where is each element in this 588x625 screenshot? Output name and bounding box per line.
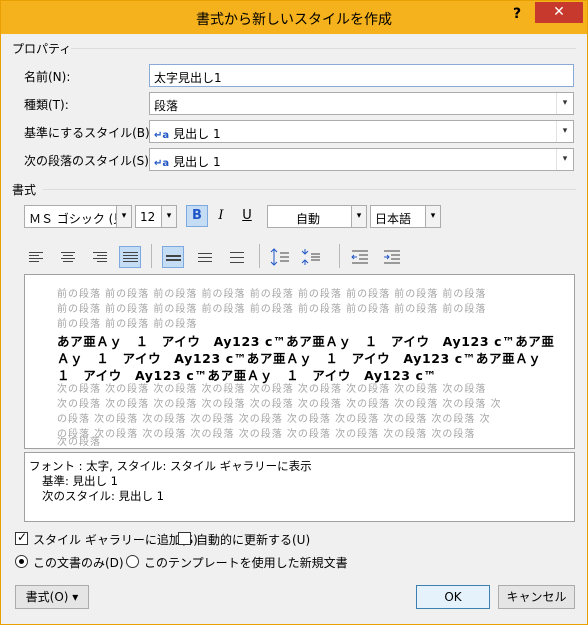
preview-next-paragraph: 次の段落 次の段落 次の段落 次の段落 次の段落 次の段落 次の段落 次の段落 … (57, 399, 502, 410)
underline-button[interactable]: U (236, 205, 258, 227)
type-select[interactable]: 段落 ▾ (149, 92, 574, 115)
decrease-spacing-icon (301, 249, 320, 265)
chevron-down-icon: ▾ (161, 206, 176, 227)
one-half-spacing-button[interactable] (194, 246, 216, 268)
type-select-value: 段落 (154, 99, 179, 113)
justify-icon (123, 252, 138, 253)
format-divider (43, 189, 576, 190)
align-left-icon (29, 252, 43, 253)
toolbar-separator (259, 244, 260, 268)
style-description: フォント : 太字, スタイル: スタイル ギャラリーに表示 基準: 見出し 1… (24, 452, 575, 522)
add-to-gallery-label[interactable]: スタイル ギャラリーに追加(S) (33, 531, 198, 548)
properties-divider (71, 48, 576, 49)
justify-button[interactable] (119, 246, 141, 268)
chevron-down-icon: ▾ (116, 206, 131, 227)
create-style-dialog: 書式から新しいスタイルを作成 ? ✕ プロパティ 名前(N): 太字見出し1 種… (0, 0, 588, 625)
template-radio[interactable] (126, 555, 139, 568)
bold-button[interactable]: B (186, 205, 208, 227)
this-document-radio[interactable] (15, 555, 28, 568)
font-color-value: 自動 (296, 212, 321, 226)
increase-indent-icon (384, 250, 400, 264)
toolbar-separator (339, 244, 340, 268)
description-line: 次のスタイル: 見出し 1 (42, 489, 165, 503)
this-document-label[interactable]: この文書のみ(D) (33, 554, 124, 571)
based-on-select[interactable]: ↵a 見出し 1 ▾ (149, 120, 574, 143)
double-spacing-icon (230, 252, 244, 253)
close-button[interactable]: ✕ (535, 2, 583, 23)
language-select[interactable]: 日本語 ▾ (370, 205, 441, 228)
name-label: 名前(N): (24, 70, 71, 84)
chevron-down-icon: ▾ (556, 121, 573, 142)
align-left-button[interactable] (26, 246, 48, 268)
format-menu-button[interactable]: 書式(O) ▾ (15, 585, 89, 609)
properties-section-label: プロパティ (12, 42, 72, 56)
align-center-icon (61, 252, 75, 253)
paragraph-style-icon: ↵a (154, 130, 170, 141)
format-section-label: 書式 (12, 183, 37, 197)
next-style-select[interactable]: ↵a 見出し 1 ▾ (149, 148, 574, 171)
decrease-indent-icon (351, 250, 368, 264)
template-label[interactable]: このテンプレートを使用した新規文書 (144, 554, 348, 571)
preview-previous-paragraph: 前の段落 前の段落 前の段落 前の段落 前の段落 前の段落 前の段落 前の段落 … (57, 304, 487, 315)
help-button[interactable]: ? (513, 6, 521, 22)
increase-paragraph-spacing-button[interactable] (269, 246, 291, 268)
single-spacing-button[interactable] (162, 246, 184, 268)
increase-spacing-icon (270, 248, 289, 266)
align-center-button[interactable] (57, 246, 79, 268)
cancel-button[interactable]: キャンセル (498, 585, 575, 609)
dialog-title: 書式から新しいスタイルを作成 (196, 12, 392, 28)
description-line: 基準: 見出し 1 (42, 474, 119, 488)
preview-next-paragraph: 次の段落 次の段落 次の段落 次の段落 次の段落 次の段落 次の段落 次の段落 … (57, 384, 487, 395)
preview-next-paragraph: の段落 次の段落 次の段落 次の段落 次の段落 次の段落 次の段落 次の段落 次… (57, 429, 476, 440)
align-right-icon (93, 252, 107, 253)
align-right-button[interactable] (88, 246, 110, 268)
font-select[interactable]: ＭＳ ゴシック (見出 ▾ (24, 205, 132, 228)
double-spacing-button[interactable] (226, 246, 248, 268)
font-value: ＭＳ ゴシック (見出 (29, 212, 117, 226)
preview-previous-paragraph: 前の段落 前の段落 前の段落 前の段落 前の段落 前の段落 前の段落 前の段落 … (57, 289, 487, 300)
one-half-spacing-icon (198, 253, 212, 254)
next-style-value: 見出し 1 (173, 155, 221, 169)
ok-button[interactable]: OK (416, 585, 490, 609)
font-color-select[interactable]: 自動 ▾ (267, 205, 367, 228)
font-size-value: 12 (140, 210, 156, 224)
add-to-gallery-checkbox[interactable] (15, 530, 28, 545)
preview-next-paragraph: の段落 次の段落 次の段落 次の段落 次の段落 次の段落 次の段落 次の段落 次… (57, 414, 491, 425)
language-value: 日本語 (375, 212, 412, 226)
preview-next-paragraph: 次の段落 (57, 437, 101, 448)
decrease-indent-button[interactable] (349, 246, 371, 268)
toolbar-separator (151, 244, 152, 268)
chevron-down-icon: ▾ (351, 206, 366, 227)
based-on-label: 基準にするスタイル(B): (24, 126, 154, 140)
chevron-down-icon: ▾ (556, 93, 573, 114)
title-bar[interactable]: 書式から新しいスタイルを作成 ? ✕ (1, 1, 587, 34)
preview-previous-paragraph: 前の段落 前の段落 前の段落 (57, 319, 198, 330)
description-line: フォント : 太字, スタイル: スタイル ギャラリーに表示 (29, 459, 312, 473)
chevron-down-icon: ▾ (425, 206, 440, 227)
based-on-value: 見出し 1 (173, 127, 221, 141)
next-style-label: 次の段落のスタイル(S): (24, 154, 154, 168)
auto-update-checkbox[interactable] (178, 532, 191, 545)
style-preview: 前の段落 前の段落 前の段落 前の段落 前の段落 前の段落 前の段落 前の段落 … (24, 274, 575, 449)
auto-update-label[interactable]: 自動的に更新する(U) (196, 531, 310, 548)
decrease-paragraph-spacing-button[interactable] (300, 246, 322, 268)
increase-indent-button[interactable] (381, 246, 403, 268)
chevron-down-icon: ▾ (556, 149, 573, 170)
name-input[interactable]: 太字見出し1 (149, 64, 574, 87)
font-size-select[interactable]: 12 ▾ (135, 205, 177, 228)
type-label: 種類(T): (24, 98, 69, 112)
italic-button[interactable]: I (210, 205, 232, 227)
name-input-value: 太字見出し1 (154, 71, 222, 85)
single-spacing-icon (166, 255, 181, 257)
paragraph-style-icon: ↵a (154, 158, 170, 169)
